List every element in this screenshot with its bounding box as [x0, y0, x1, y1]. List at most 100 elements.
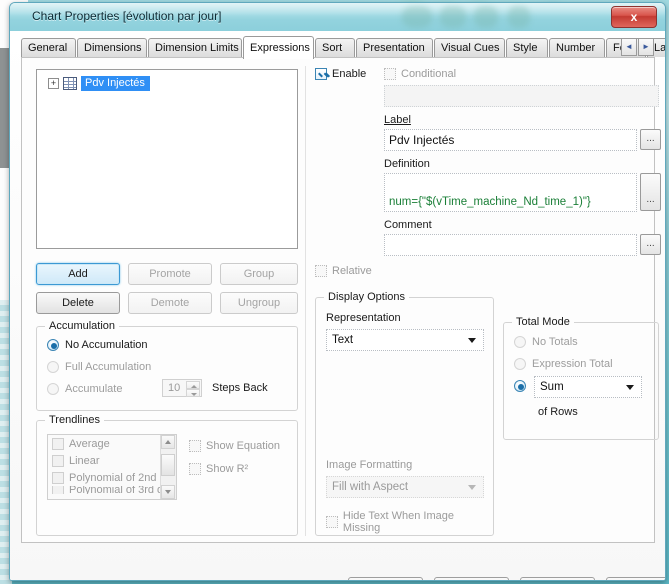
tab-number[interactable]: Number [549, 38, 605, 57]
trendline-poly3-label: Polynomial of 3rd d [69, 486, 164, 494]
representation-select[interactable]: Text [326, 329, 484, 351]
radio-no-totals-dot [514, 336, 526, 348]
hide-text-checkbox-box [326, 516, 338, 528]
help-button[interactable]: Aide [606, 577, 665, 580]
radio-no-accumulation[interactable]: No Accumulation [47, 339, 148, 351]
trendline-poly3-checkbox[interactable] [52, 486, 64, 494]
apply-button[interactable]: Appliquer [520, 577, 595, 580]
tab-scroll-buttons: ◄ ► [621, 38, 655, 56]
comment-input[interactable] [384, 234, 637, 256]
radio-no-totals[interactable]: No Totals [514, 336, 578, 348]
tab-scroll-right-icon[interactable]: ► [638, 38, 654, 56]
chevron-down-icon [468, 338, 476, 343]
total-mode-group: Total Mode No Totals Expression Total Su… [503, 316, 659, 440]
radio-full-accumulation[interactable]: Full Accumulation [47, 361, 151, 373]
chevron-down-icon [626, 385, 634, 390]
title-bar-ghost-4 [508, 6, 530, 28]
trendlines-list[interactable]: Average Linear Polynomial of 2nd d Polyn… [47, 434, 177, 500]
expand-icon[interactable]: + [48, 78, 59, 89]
tab-expressions[interactable]: Expressions [243, 36, 314, 59]
tab-scroll-left-icon[interactable]: ◄ [621, 38, 637, 56]
show-equation-label: Show Equation [206, 440, 280, 452]
close-icon[interactable]: x [611, 6, 657, 28]
list-item[interactable]: Polynomial of 3rd d [48, 486, 176, 494]
hide-text-when-image-missing-checkbox[interactable]: Hide Text When Image Missing [326, 510, 493, 534]
tab-dimensions[interactable]: Dimensions [77, 38, 147, 57]
conditional-checkbox[interactable]: Conditional [384, 68, 456, 80]
trendlines-group: Trendlines Average Linear Polynomial of … [36, 414, 298, 536]
trendline-average-checkbox[interactable] [52, 437, 64, 450]
of-rows-label: of Rows [538, 406, 578, 418]
radio-expression-total[interactable]: Expression Total [514, 358, 613, 370]
trendlines-scrollbar[interactable] [160, 435, 176, 499]
list-item[interactable]: Linear [48, 452, 176, 469]
expression-grid-icon [63, 77, 77, 90]
title-bar[interactable]: Chart Properties [évolution par jour] x [10, 3, 665, 32]
promote-button[interactable]: Promote [128, 263, 212, 285]
expression-list[interactable]: + Pdv Injectés [36, 69, 298, 249]
radio-accumulate[interactable]: Accumulate [47, 383, 122, 395]
enable-checkbox[interactable]: Enable [315, 68, 366, 80]
accumulation-group-title: Accumulation [45, 320, 120, 332]
show-equation-checkbox[interactable]: Show Equation [189, 440, 280, 452]
tab-strip: General Dimensions Dimension Limits Expr… [21, 36, 665, 59]
panel-divider [305, 66, 306, 536]
image-formatting-select[interactable]: Fill with Aspect [326, 476, 484, 498]
accumulation-group: Accumulation No Accumulation Full Accumu… [36, 320, 298, 411]
delete-button[interactable]: Delete [36, 292, 120, 314]
conditional-input[interactable] [384, 85, 659, 107]
definition-input[interactable]: num={"$(vTime_machine_Nd_time_1)"} [384, 173, 637, 212]
ok-button[interactable]: OK [348, 577, 423, 580]
tab-presentation[interactable]: Presentation [356, 38, 433, 57]
radio-aggregation-total[interactable] [514, 380, 526, 392]
radio-no-accumulation-label: No Accumulation [65, 339, 148, 351]
steps-back-spin-buttons[interactable] [186, 381, 200, 397]
label-caption: Label [384, 114, 411, 126]
expression-item-label[interactable]: Pdv Injectés [81, 76, 150, 91]
demote-button[interactable]: Demote [128, 292, 212, 314]
radio-expression-total-dot [514, 358, 526, 370]
enable-label: Enable [332, 68, 367, 80]
radio-full-accumulation-label: Full Accumulation [65, 361, 152, 373]
conditional-checkbox-box [384, 68, 396, 80]
tab-dimension-limits[interactable]: Dimension Limits [148, 38, 242, 57]
group-button[interactable]: Group [220, 263, 298, 285]
add-button[interactable]: Add [36, 263, 120, 285]
relative-checkbox[interactable]: Relative [315, 265, 372, 277]
conditional-label: Conditional [401, 68, 457, 80]
scroll-thumb[interactable] [161, 454, 175, 476]
cancel-button[interactable]: Annuler [434, 577, 509, 580]
tab-visual-cues[interactable]: Visual Cues [434, 38, 505, 57]
image-formatting-value: Fill with Aspect [332, 481, 409, 493]
list-item[interactable]: + Pdv Injectés [48, 76, 150, 91]
tab-general[interactable]: General [21, 38, 76, 57]
list-item[interactable]: Average [48, 435, 176, 452]
ungroup-button[interactable]: Ungroup [220, 292, 298, 314]
scroll-up-icon[interactable] [161, 435, 175, 449]
show-r2-checkbox[interactable]: Show R² [189, 463, 248, 475]
aggregation-value: Sum [540, 381, 564, 393]
total-mode-group-title: Total Mode [512, 316, 574, 328]
trendline-poly2-checkbox[interactable] [52, 471, 64, 484]
tab-sort[interactable]: Sort [315, 38, 355, 57]
list-item[interactable]: Polynomial of 2nd d [48, 469, 176, 486]
label-input[interactable]: Pdv Injectés [384, 129, 637, 151]
radio-full-accumulation-dot [47, 361, 59, 373]
trendline-average-label: Average [69, 437, 110, 450]
radio-accumulate-dot [47, 383, 59, 395]
steps-back-down-icon[interactable] [186, 389, 200, 397]
trendline-linear-checkbox[interactable] [52, 454, 64, 467]
definition-browse-button[interactable]: ... [640, 173, 661, 211]
label-caption-text: Label [384, 114, 411, 126]
steps-back-up-icon[interactable] [186, 381, 200, 389]
comment-browse-button[interactable]: ... [640, 234, 661, 255]
scroll-down-icon[interactable] [161, 485, 175, 499]
aggregation-select[interactable]: Sum [534, 376, 642, 398]
label-browse-button[interactable]: ... [640, 129, 661, 150]
trendlines-group-title: Trendlines [45, 414, 104, 426]
tab-style[interactable]: Style [506, 38, 548, 57]
steps-back-stepper[interactable]: 10 [162, 379, 202, 397]
steps-back-label: Steps Back [212, 382, 268, 394]
expressions-page: + Pdv Injectés Add Promote Group Delete … [21, 57, 661, 543]
trendline-poly2-label: Polynomial of 2nd d [69, 471, 166, 484]
